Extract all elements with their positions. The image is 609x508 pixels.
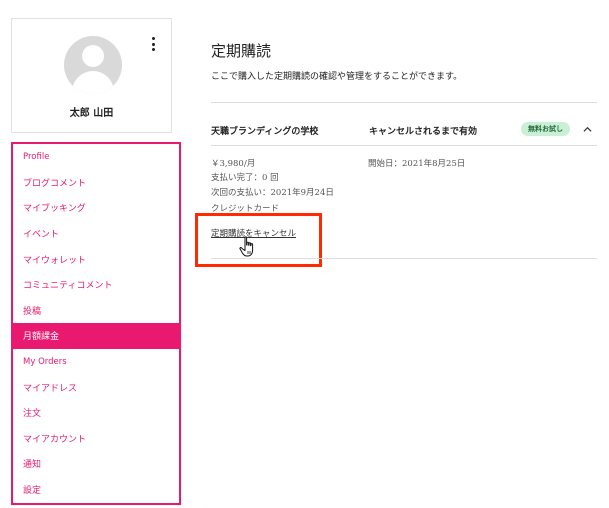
sidebar-item-subscriptions[interactable]: 月額課金: [13, 323, 179, 349]
sidebar-section-profile: Profile: [23, 151, 50, 162]
subscription-status: キャンセルされるまで有効: [369, 127, 478, 137]
sidebar-item-events[interactable]: イベント: [13, 221, 179, 247]
hand-pointer-icon: [239, 236, 254, 257]
sidebar-item-my-wallet[interactable]: マイウォレット: [13, 246, 179, 272]
sidebar-item-notifications[interactable]: 通知: [13, 451, 179, 477]
subscription-price: ￥3,980/月: [211, 159, 256, 169]
sidebar-section-my-orders: My Orders: [23, 356, 67, 367]
sidebar-item-blog-comments[interactable]: ブログコメント: [13, 170, 179, 196]
sidebar-item-my-account[interactable]: マイアカウント: [13, 426, 179, 452]
user-name: 太郎 山田: [69, 108, 114, 119]
sidebar-item-settings[interactable]: 設定: [13, 477, 179, 503]
page-title: 定期購読: [211, 42, 272, 60]
sidebar-item-orders[interactable]: 注文: [13, 400, 179, 426]
sidebar-item-my-bookings[interactable]: マイブッキング: [13, 195, 179, 221]
divider-bottom: [211, 258, 597, 259]
page-description: ここで購入した定期購読の確認や管理をすることができます。: [211, 72, 463, 82]
user-avatar-icon: [64, 36, 122, 94]
chevron-up-icon[interactable]: [583, 125, 592, 134]
divider-top: [211, 102, 597, 103]
sidebar-item-posts[interactable]: 投稿: [13, 298, 179, 324]
free-trial-badge: 無料お試し: [521, 122, 570, 136]
account-sidebar: Profile ブログコメント マイブッキング イベント マイウォレット コミュ…: [11, 142, 181, 505]
subscription-plan-name: 天職ブランディングの学校: [211, 127, 319, 137]
divider-header: [211, 145, 597, 146]
payments-completed: 支払い完了：0 回: [211, 173, 279, 183]
sidebar-item-my-addresses[interactable]: マイアドレス: [13, 374, 179, 400]
kebab-menu-icon[interactable]: [150, 37, 156, 51]
next-payment-date: 次回の支払い：2021年9月24日: [211, 188, 334, 198]
profile-card: 太郎 山田: [11, 18, 172, 133]
subscription-start-date: 開始日：2021年8月25日: [368, 159, 466, 169]
sidebar-item-community-comments[interactable]: コミュニティコメント: [13, 272, 179, 298]
